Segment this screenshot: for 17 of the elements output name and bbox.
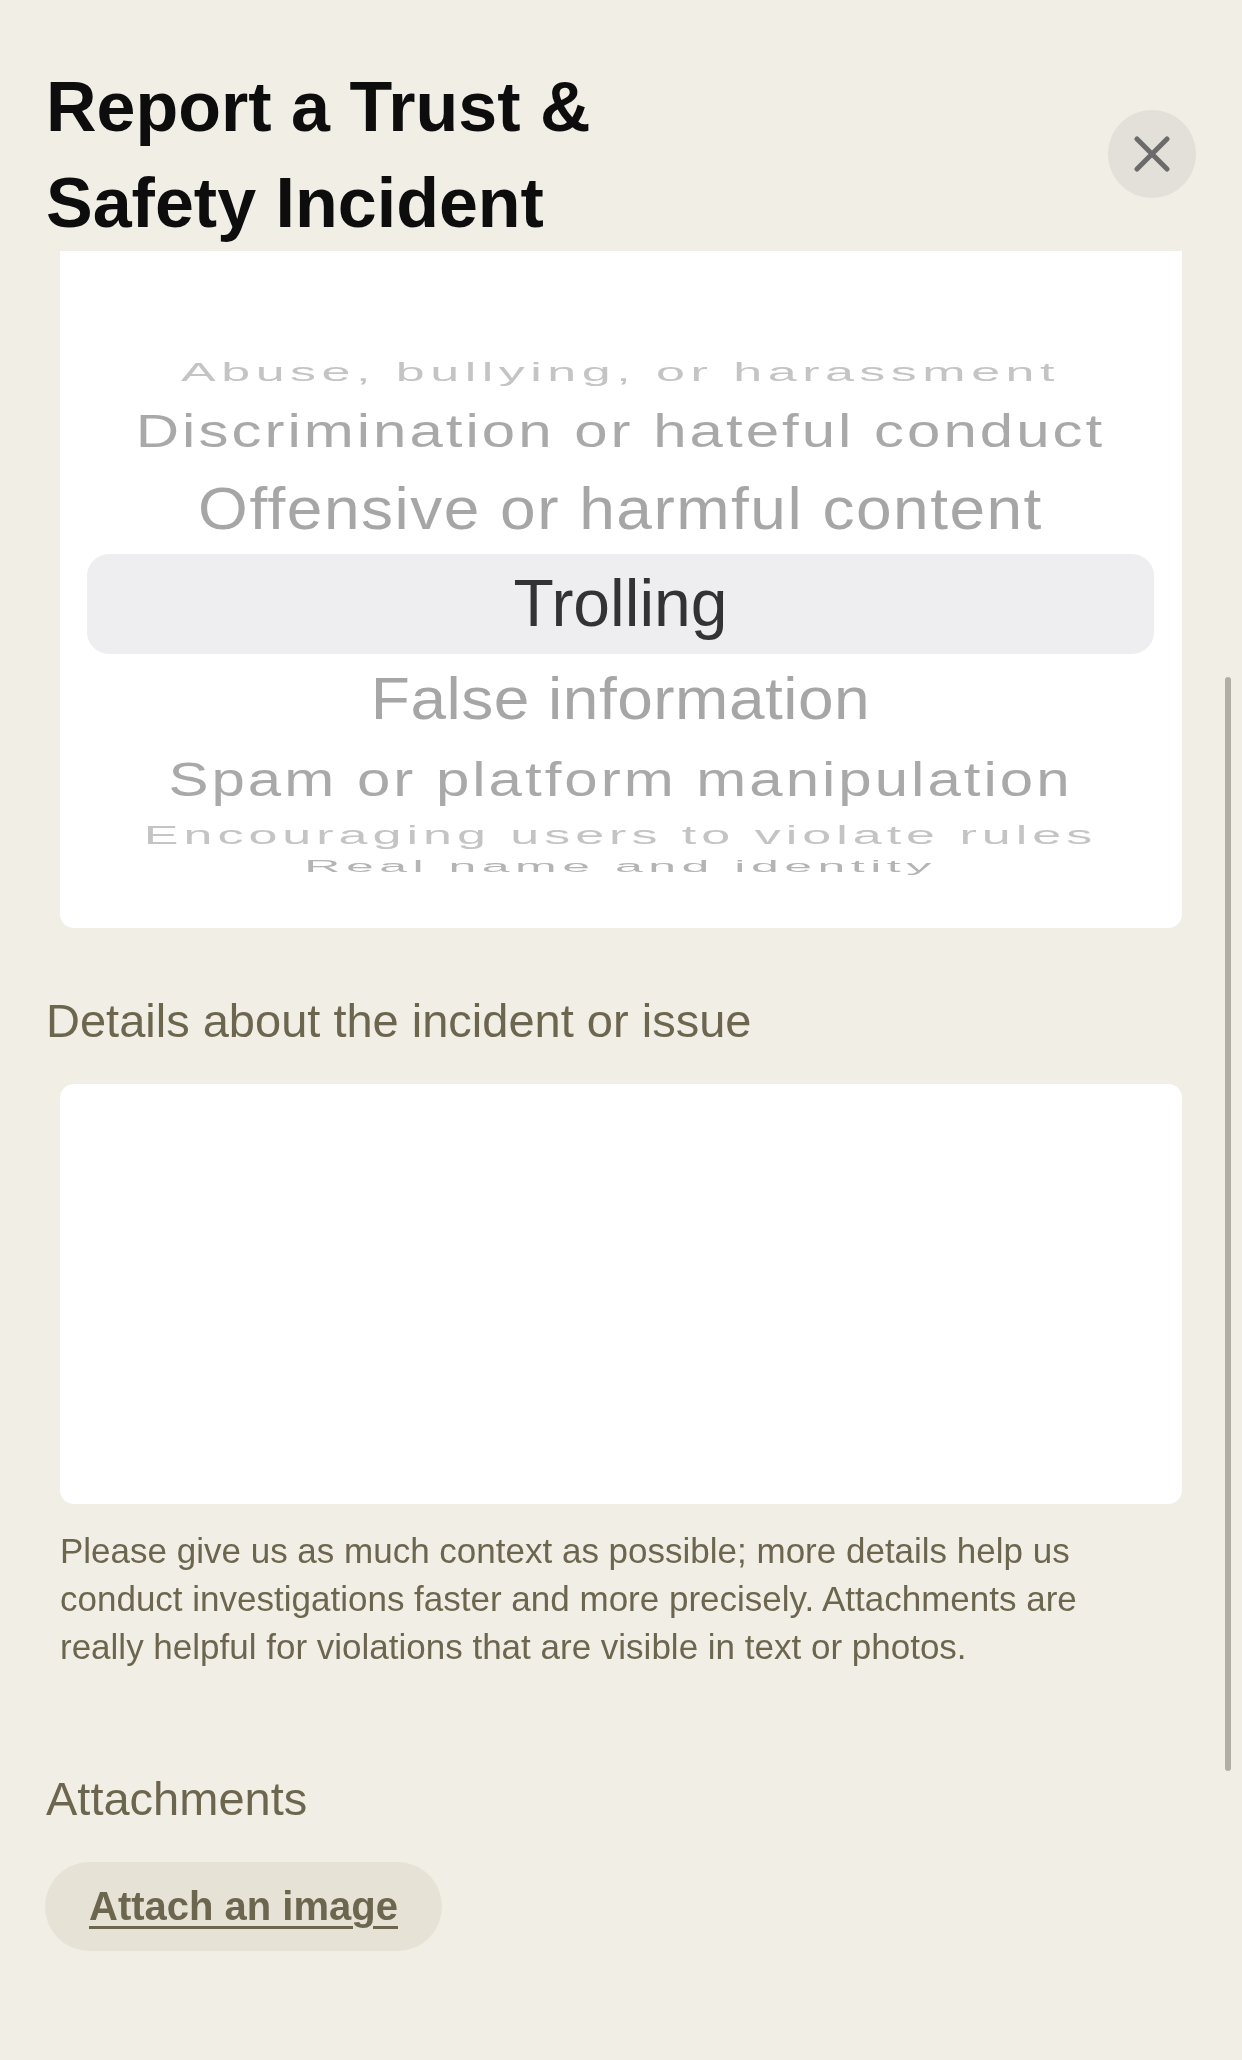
picker-wheel[interactable] bbox=[60, 251, 1182, 928]
attach-image-button[interactable]: Attach an image bbox=[45, 1862, 442, 1951]
picker-option[interactable]: Real name and identity bbox=[304, 857, 937, 877]
picker-option[interactable]: Abuse, bullying, or harassment bbox=[181, 358, 1060, 388]
details-help-text: Please give us as much context as possible; more details help us conduct investigations faster and more precisely. Attachments are really helpful for violations that are visible in text or photos. bbox=[60, 1530, 1078, 1668]
picker-option[interactable]: Trolling bbox=[87, 554, 1154, 654]
details-label: Details about the incident or issue bbox=[46, 993, 752, 1049]
scroll-bar[interactable] bbox=[1225, 677, 1231, 1771]
details-field[interactable] bbox=[60, 1084, 1182, 1504]
picker-option[interactable]: Discrimination or hateful conduct bbox=[135, 404, 1106, 458]
picker-option[interactable]: False information bbox=[370, 664, 871, 734]
dialog-title: Report a Trust & Safety Incident bbox=[46, 67, 592, 244]
close-icon bbox=[1134, 136, 1170, 172]
attachments-label: Attachments bbox=[46, 1771, 308, 1827]
picker-option[interactable]: Encouraging users to violate rules bbox=[143, 821, 1098, 851]
picker-option[interactable]: Spam or platform manipulation bbox=[168, 751, 1073, 807]
picker-option[interactable]: Offensive or harmful content bbox=[198, 474, 1043, 544]
